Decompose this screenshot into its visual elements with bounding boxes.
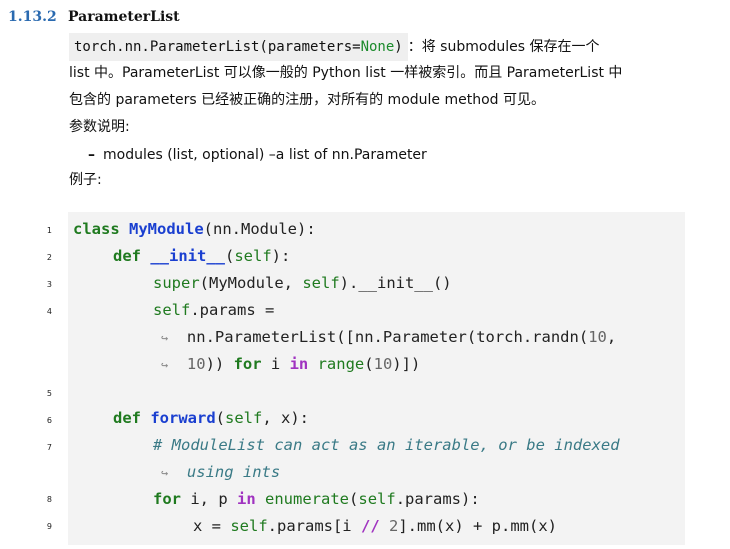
line-number: 3 <box>46 280 52 289</box>
code-line-1: class MyModule(nn.Module): <box>73 220 316 238</box>
example-label: 例子: <box>69 172 102 188</box>
line-number: 6 <box>46 416 52 425</box>
continuation-arrow-icon: ↪ <box>161 331 169 345</box>
line-number: 5 <box>46 389 52 398</box>
section-heading: 1.13.2 ParameterList <box>8 7 180 27</box>
intro-line-2: list 中。ParameterList 可以像一般的 Python list … <box>69 65 623 81</box>
code-line-4-continuation-2: ↪ 10)) for i in range(10)]) <box>161 355 421 373</box>
code-line-7: # ModuleList can act as an iterable, or … <box>153 436 620 454</box>
code-line-3: super(MyModule, self).__init__() <box>153 274 452 292</box>
line-number: 7 <box>46 443 52 452</box>
intro-line-3: 包含的 parameters 已经被正确的注册，对所有的 module meth… <box>69 92 545 108</box>
line-number: 8 <box>46 495 52 504</box>
line-number: 2 <box>46 253 52 262</box>
code-line-2: def __init__(self): <box>113 247 291 265</box>
code-line-4-continuation-1: ↪ nn.ParameterList([nn.Parameter(torch.r… <box>161 328 617 346</box>
section-title: ParameterList <box>68 9 180 25</box>
intro-line-1: torch.nn.ParameterList(parameters=None)：… <box>69 33 599 61</box>
params-label: 参数说明: <box>69 119 130 135</box>
function-signature: torch.nn.ParameterList(parameters=None) <box>69 33 408 61</box>
code-line-9: x = self.params[i // 2].mm(x) + p.mm(x) <box>193 517 557 535</box>
code-block: class MyModule(nn.Module): def __init__(… <box>68 212 685 545</box>
param-description: modules (list, optional) –a list of nn.P… <box>103 147 427 163</box>
bullet-dash: – <box>88 147 95 163</box>
param-list-item: – modules (list, optional) –a list of nn.… <box>88 143 427 167</box>
continuation-arrow-icon: ↪ <box>161 466 169 480</box>
code-line-6: def forward(self, x): <box>113 409 310 427</box>
section-number: 1.13.2 <box>8 9 57 25</box>
code-line-4: self.params = <box>153 301 275 319</box>
code-line-7-continuation: ↪ using ints <box>161 463 281 481</box>
document-page: 1.13.2 ParameterList torch.nn.ParameterL… <box>0 0 730 549</box>
line-number: 1 <box>46 226 52 235</box>
code-line-8: for i, p in enumerate(self.params): <box>153 490 480 508</box>
continuation-arrow-icon: ↪ <box>161 358 169 372</box>
line-number: 9 <box>46 522 52 531</box>
line-number: 4 <box>46 307 52 316</box>
intro-line-1-text: ：将 submodules 保存在一个 <box>407 39 600 55</box>
